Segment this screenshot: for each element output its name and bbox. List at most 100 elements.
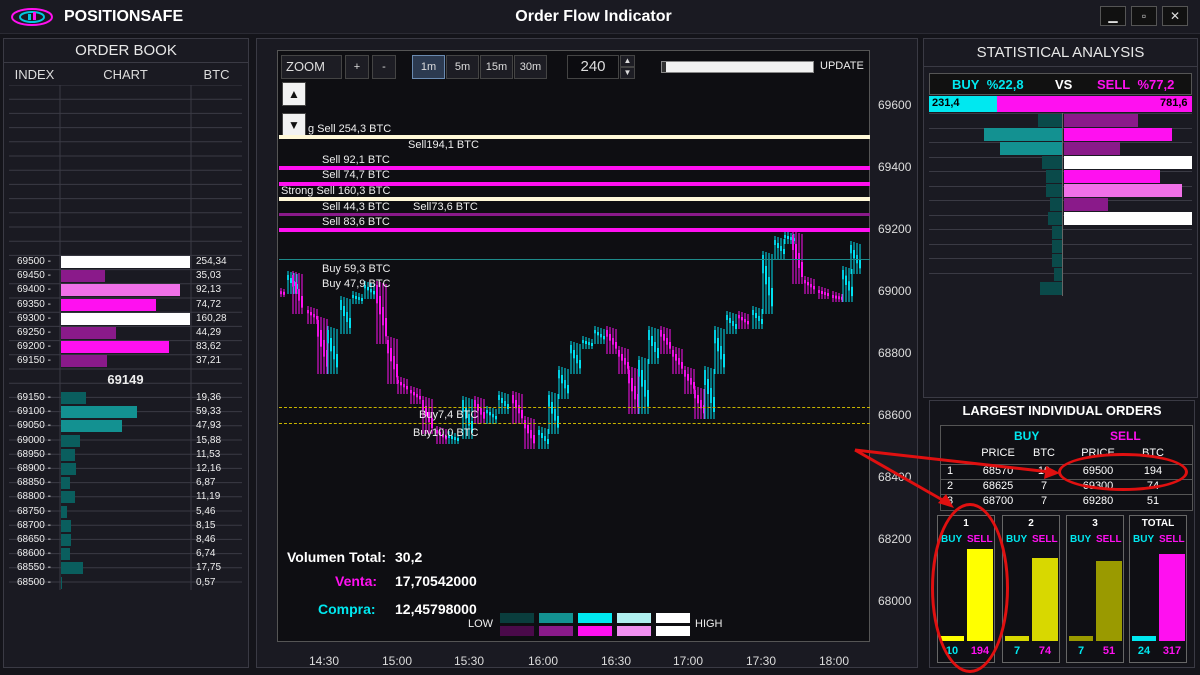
row-index: 68600 -	[17, 548, 51, 560]
legend-buy-swatch	[539, 613, 573, 623]
row-bar	[61, 519, 71, 532]
box-sell-label: SELL	[1032, 534, 1058, 545]
compra-label: Compra:	[318, 601, 376, 617]
row-btc: 59,33	[196, 406, 222, 418]
row-bar	[61, 284, 180, 297]
buy-row: 69100 - 59,33	[9, 405, 242, 419]
buy-row: 68900 - 12,16	[9, 462, 242, 476]
hist-buy-bar	[1046, 170, 1062, 183]
buy-row: 68600 - 6,74	[9, 547, 242, 561]
row-bar	[61, 298, 156, 311]
row-btc: 44,29	[196, 327, 222, 338]
row-bar	[61, 491, 75, 504]
box-sell-label: SELL	[1096, 534, 1122, 545]
row-index: 68800 -	[17, 491, 51, 503]
box-sell-bar	[1159, 554, 1185, 641]
row-index: 69100 -	[17, 406, 51, 418]
row-bar	[61, 477, 70, 490]
sell-row: 69200 - 83,62	[9, 340, 242, 354]
row-btc: 5,46	[196, 505, 216, 517]
buy-row: 68700 - 8,15	[9, 519, 242, 533]
row-index: 68900 -	[17, 463, 51, 474]
sell-row: 69500 - 254,34	[9, 255, 242, 269]
compra-value: 12,45798000	[395, 601, 477, 617]
legend-buy-swatch	[500, 613, 534, 623]
close-button[interactable]: ✕	[1162, 6, 1188, 26]
y-tick: 69200	[878, 222, 912, 236]
hist-buy-bar	[984, 128, 1062, 141]
row-index: 69250 -	[17, 327, 51, 338]
hist-sell-bar	[1064, 198, 1108, 211]
hist-axis	[1062, 113, 1063, 296]
buy-line-7	[279, 407, 870, 408]
row-index: 69150 -	[17, 392, 51, 403]
row-btc: 17,75	[196, 562, 222, 574]
row-index: 68950 -	[17, 448, 51, 460]
annotation-arrows-icon	[854, 448, 1060, 508]
level-label-1: Sell 92,1 BTC	[322, 154, 390, 166]
row-bar	[61, 406, 137, 419]
hist-buy-bar	[1052, 240, 1062, 253]
row-btc: 47,93	[196, 420, 222, 432]
row-btc: 12,16	[196, 463, 222, 474]
row-btc: 19,36	[196, 392, 222, 403]
row-btc: 92,13	[196, 284, 222, 296]
x-tick: 16:30	[601, 654, 632, 668]
row-index: 68850 -	[17, 477, 51, 489]
legend-sell-swatch	[578, 626, 612, 636]
volume-total-label: Volumen Total:	[287, 549, 387, 565]
row-index: 69400 -	[17, 284, 51, 296]
row-btc: 74,72	[196, 298, 222, 310]
x-tick: 15:00	[382, 654, 413, 668]
x-tick: 16:00	[528, 654, 559, 668]
col-index-header: INDEX	[14, 67, 55, 82]
box-sell-value: 317	[1162, 645, 1182, 657]
buy-pct-label: BUY %22,8	[952, 77, 1024, 92]
y-tick: 69600	[878, 98, 912, 112]
row-btc: 160,28	[196, 312, 227, 324]
hist-sell-bar	[1064, 170, 1160, 183]
x-tick: 14:30	[309, 654, 340, 668]
side-label-3: Buy 47,9 BTC	[322, 278, 391, 290]
y-tick: 68600	[878, 408, 912, 422]
row-btc: 11,19	[196, 491, 221, 503]
volume-total-value: 30,2	[395, 549, 423, 565]
app-window: POSITIONSAFE Order Flow Indicator ▁ ▫ ✕ …	[0, 0, 1200, 675]
title-bar: POSITIONSAFE Order Flow Indicator ▁ ▫ ✕	[0, 0, 1200, 34]
level-label-4: Sell 44,3 BTC	[322, 201, 390, 213]
row-btc: 254,34	[196, 256, 227, 267]
minimize-button[interactable]: ▁	[1100, 6, 1126, 26]
row-bar	[61, 420, 122, 433]
maximize-button[interactable]: ▫	[1131, 6, 1157, 26]
row-bar	[61, 312, 190, 325]
buy-row: 69000 - 15,88	[9, 434, 242, 448]
row-bar	[61, 548, 70, 561]
y-tick: 68200	[878, 532, 912, 546]
hist-buy-bar	[1040, 282, 1062, 295]
row-index: 69350 -	[17, 298, 51, 310]
box-sell-value: 51	[1102, 645, 1116, 657]
venta-label: Venta:	[335, 573, 378, 589]
hist-buy-bar	[1050, 198, 1062, 211]
buy-sell-ratio-bar	[929, 96, 1192, 112]
hist-buy-bar	[1048, 212, 1062, 225]
row-btc: 6,87	[196, 477, 216, 489]
row-btc: 11,53	[196, 448, 221, 460]
buy-line-59	[279, 259, 870, 260]
y-tick: 69400	[878, 160, 912, 174]
sell-row: 69250 - 44,29	[9, 326, 242, 340]
window-title: Order Flow Indicator	[515, 8, 672, 25]
side-label-5: Buy10,0 BTC	[413, 427, 479, 439]
box-buy-label: BUY	[1133, 534, 1155, 545]
hist-sell-bar	[1064, 156, 1192, 169]
legend-sell-swatch	[656, 626, 690, 636]
row-bar	[61, 576, 62, 589]
sell-row: 69150 - 37,21	[9, 354, 242, 368]
row-index: 69200 -	[17, 341, 51, 353]
row-index: 68750 -	[17, 505, 51, 517]
buy-row: 68650 - 8,46	[9, 533, 242, 547]
row-bar	[61, 448, 75, 461]
row-index: 68650 -	[17, 534, 51, 545]
y-tick: 68800	[878, 346, 912, 360]
box-sell-bar	[1032, 558, 1058, 641]
